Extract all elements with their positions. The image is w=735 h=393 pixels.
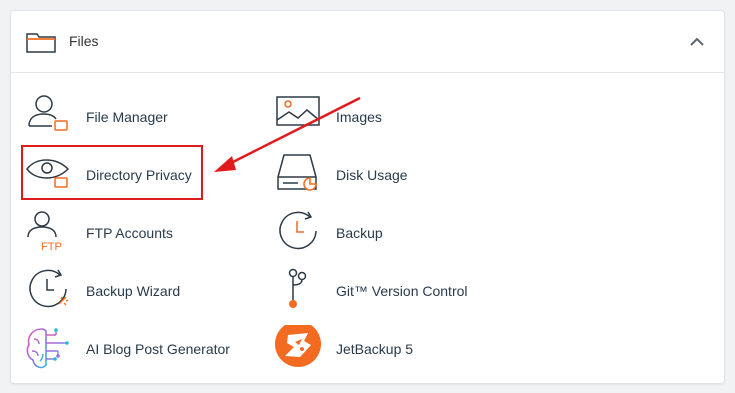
tool-disk-usage[interactable]: Disk Usage bbox=[274, 151, 514, 201]
highlight-box bbox=[21, 145, 203, 200]
ftp-accounts-icon: FTP bbox=[27, 211, 62, 253]
tool-label: Backup Wizard bbox=[86, 283, 181, 299]
backup-icon bbox=[279, 211, 317, 250]
ai-brain-icon bbox=[26, 328, 69, 369]
tool-label: Disk Usage bbox=[336, 167, 408, 183]
jetbackup-icon bbox=[275, 325, 321, 367]
section-title: Files bbox=[69, 33, 99, 49]
tool-ai-blog-post-generator[interactable]: AI Blog Post Generator bbox=[24, 325, 264, 375]
chevron-up-icon[interactable] bbox=[689, 35, 705, 49]
tool-label: File Manager bbox=[86, 109, 168, 125]
tool-label: Git™ Version Control bbox=[336, 283, 468, 299]
tool-label: Backup bbox=[336, 225, 383, 241]
git-icon bbox=[288, 268, 307, 308]
tool-jetbackup[interactable]: JetBackup 5 bbox=[274, 325, 514, 375]
tool-backup-wizard[interactable]: Backup Wizard bbox=[24, 267, 264, 317]
tool-label: AI Blog Post Generator bbox=[86, 341, 230, 357]
tool-backup[interactable]: Backup bbox=[274, 209, 514, 259]
tool-git-version-control[interactable]: Git™ Version Control bbox=[274, 267, 514, 317]
tool-images[interactable]: Images bbox=[274, 93, 514, 143]
files-panel-header[interactable]: Files bbox=[11, 11, 724, 73]
ftp-icon-text: FTP bbox=[41, 241, 62, 253]
tool-label: Images bbox=[336, 109, 382, 125]
tool-file-manager[interactable]: File Manager bbox=[24, 93, 264, 143]
tool-ftp-accounts[interactable]: FTP FTP Accounts bbox=[24, 209, 264, 259]
tool-label: FTP Accounts bbox=[86, 225, 173, 241]
folder-icon bbox=[26, 33, 56, 53]
backup-wizard-icon bbox=[29, 269, 69, 308]
disk-usage-icon bbox=[277, 154, 317, 191]
tool-label: JetBackup 5 bbox=[336, 341, 414, 357]
file-manager-icon bbox=[28, 95, 68, 131]
images-icon bbox=[276, 96, 320, 126]
